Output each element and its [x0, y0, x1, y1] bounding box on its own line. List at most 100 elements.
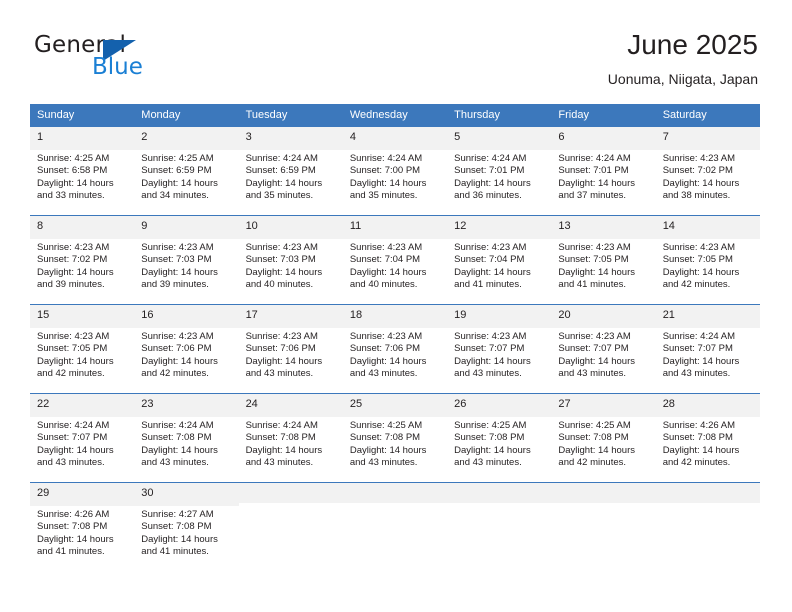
- day-detail: Sunrise: 4:23 AM Sunset: 7:04 PM Daylight:…: [454, 239, 544, 292]
- calendar-day-cell[interactable]: 27 Sunrise: 4:25 AM Sunset: 7:08 PM Dayligh…: [551, 393, 656, 483]
- day-cell-content: 19 Sunrise: 4:23 AM Sunset: 7:07 PM Dayligh…: [447, 305, 552, 389]
- sunrise-text: Sunrise: 4:26 AM: [37, 509, 110, 520]
- calendar-day-cell[interactable]: 9 Sunrise: 4:23 AM Sunset: 7:03 PM Daylight…: [134, 215, 239, 305]
- calendar-day-cell[interactable]: 15 Sunrise: 4:23 AM Sunset: 7:05 PM Dayligh…: [30, 304, 135, 394]
- weekday-header-tuesday: Tuesday: [238, 104, 343, 127]
- calendar-day-cell[interactable]: 20 Sunrise: 4:23 AM Sunset: 7:07 PM Dayligh…: [551, 304, 656, 394]
- sunrise-text: Sunrise: 4:25 AM: [37, 153, 110, 164]
- calendar-day-cell-empty: [447, 482, 552, 571]
- calendar-day-cell[interactable]: 22 Sunrise: 4:24 AM Sunset: 7:07 PM Dayligh…: [30, 393, 135, 483]
- calendar-day-cell[interactable]: 6 Sunrise: 4:24 AM Sunset: 7:01 PM Daylight…: [551, 126, 656, 216]
- calendar-day-cell[interactable]: 12 Sunrise: 4:23 AM Sunset: 7:04 PM Dayligh…: [447, 215, 552, 305]
- calendar-day-cell[interactable]: 17 Sunrise: 4:23 AM Sunset: 7:06 PM Dayligh…: [238, 304, 343, 394]
- day-cell-content: 26 Sunrise: 4:25 AM Sunset: 7:08 PM Dayligh…: [447, 394, 552, 478]
- sunrise-text: Sunrise: 4:23 AM: [37, 331, 110, 342]
- daylight-text-line2: and 41 minutes.: [141, 546, 209, 558]
- daylight-text-line1: Daylight: 14 hours: [349, 444, 427, 456]
- weekday-header-friday: Friday: [551, 104, 656, 127]
- sunset-text: Sunset: 7:01 PM: [558, 165, 629, 177]
- sunrise-text: Sunrise: 4:25 AM: [558, 420, 631, 431]
- daylight-text-line2: and 43 minutes.: [245, 457, 314, 469]
- calendar-day-cell[interactable]: 13 Sunrise: 4:23 AM Sunset: 7:05 PM Dayligh…: [551, 215, 656, 305]
- daylight-text-line1: Daylight: 14 hours: [37, 355, 114, 367]
- day-cell-content: 6 Sunrise: 4:24 AM Sunset: 7:01 PM Daylight…: [551, 127, 656, 211]
- day-number: [246, 487, 336, 490]
- day-number-band: 13: [551, 216, 656, 239]
- daylight-text-line2: and 42 minutes.: [141, 368, 209, 380]
- calendar-day-cell[interactable]: 8 Sunrise: 4:23 AM Sunset: 7:02 PM Daylight…: [30, 215, 135, 305]
- day-number: 23: [141, 398, 154, 410]
- sunrise-text: Sunrise: 4:23 AM: [558, 242, 631, 253]
- day-number-band: 14: [655, 216, 760, 239]
- calendar-day-cell[interactable]: 14 Sunrise: 4:23 AM Sunset: 7:05 PM Dayligh…: [655, 215, 760, 305]
- day-number: [454, 487, 544, 490]
- day-detail: Sunrise: 4:26 AM Sunset: 7:08 PM Daylight:…: [37, 506, 127, 559]
- day-cell-content: 10 Sunrise: 4:23 AM Sunset: 7:03 PM Dayligh…: [238, 216, 343, 300]
- day-detail: Sunrise: 4:25 AM Sunset: 7:08 PM Daylight:…: [454, 417, 544, 470]
- day-cell-content: 20 Sunrise: 4:23 AM Sunset: 7:07 PM Dayligh…: [551, 305, 656, 389]
- day-number-band: 7: [655, 127, 760, 150]
- weekday-header-row: Sunday Monday Tuesday Wednesday Thursday…: [30, 104, 760, 127]
- sunset-text: Sunset: 7:07 PM: [454, 343, 525, 355]
- calendar-day-cell[interactable]: 11 Sunrise: 4:23 AM Sunset: 7:04 PM Dayligh…: [342, 215, 448, 305]
- calendar-day-cell[interactable]: 21 Sunrise: 4:24 AM Sunset: 7:07 PM Dayligh…: [655, 304, 760, 394]
- calendar-day-cell[interactable]: 4 Sunrise: 4:24 AM Sunset: 7:00 PM Daylight…: [342, 126, 448, 216]
- weekday-header-monday: Monday: [134, 104, 239, 127]
- calendar-day-cell[interactable]: 19 Sunrise: 4:23 AM Sunset: 7:07 PM Dayligh…: [447, 304, 552, 394]
- daylight-text-line1: Daylight: 14 hours: [349, 266, 427, 278]
- calendar-day-cell[interactable]: 28 Sunrise: 4:26 AM Sunset: 7:08 PM Dayligh…: [655, 393, 760, 483]
- calendar-day-cell[interactable]: 2 Sunrise: 4:25 AM Sunset: 6:59 PM Daylight…: [134, 126, 239, 216]
- daylight-text-line2: and 43 minutes.: [454, 368, 522, 380]
- calendar-day-cell[interactable]: 24 Sunrise: 4:24 AM Sunset: 7:08 PM Dayligh…: [238, 393, 343, 483]
- page-header: General Blue June 2025 Uonuma, Niigata, …: [34, 28, 758, 96]
- sunrise-text: Sunrise: 4:23 AM: [349, 331, 423, 342]
- calendar-day-cell[interactable]: 16 Sunrise: 4:23 AM Sunset: 7:06 PM Dayligh…: [134, 304, 239, 394]
- sunrise-text: Sunrise: 4:23 AM: [141, 242, 214, 253]
- sunset-text: Sunset: 7:05 PM: [662, 254, 733, 266]
- sunrise-text: Sunrise: 4:23 AM: [558, 331, 631, 342]
- daylight-text-line1: Daylight: 14 hours: [141, 355, 218, 367]
- daylight-text-line1: Daylight: 14 hours: [454, 266, 531, 278]
- day-cell-content: 12 Sunrise: 4:23 AM Sunset: 7:04 PM Dayligh…: [447, 216, 552, 300]
- day-number: 19: [454, 309, 467, 321]
- day-number: 30: [141, 487, 154, 499]
- day-number-band: 18: [342, 305, 448, 328]
- day-detail: Sunrise: 4:24 AM Sunset: 7:01 PM Daylight:…: [454, 150, 544, 203]
- daylight-text-line2: and 37 minutes.: [558, 190, 627, 202]
- sunset-text: Sunset: 7:04 PM: [349, 254, 421, 266]
- day-number: 14: [662, 220, 675, 232]
- sunrise-text: Sunrise: 4:24 AM: [558, 153, 631, 164]
- calendar-day-cell[interactable]: 26 Sunrise: 4:25 AM Sunset: 7:08 PM Dayligh…: [447, 393, 552, 483]
- calendar-day-cell[interactable]: 10 Sunrise: 4:23 AM Sunset: 7:03 PM Dayligh…: [238, 215, 343, 305]
- day-cell-content: 30 Sunrise: 4:27 AM Sunset: 7:08 PM Dayligh…: [134, 483, 239, 567]
- daylight-text-line2: and 35 minutes.: [245, 190, 314, 202]
- calendar-day-cell[interactable]: 30 Sunrise: 4:27 AM Sunset: 7:08 PM Dayligh…: [134, 482, 239, 571]
- calendar-day-cell[interactable]: 1 Sunrise: 4:25 AM Sunset: 6:58 PM Daylight…: [30, 126, 135, 216]
- daylight-text-line2: and 40 minutes.: [349, 279, 418, 291]
- calendar-day-cell[interactable]: 25 Sunrise: 4:25 AM Sunset: 7:08 PM Dayligh…: [342, 393, 448, 483]
- day-detail: Sunrise: 4:23 AM Sunset: 7:03 PM Daylight:…: [141, 239, 231, 292]
- sunset-text: Sunset: 7:06 PM: [141, 343, 212, 355]
- calendar-header-row: Sunday Monday Tuesday Wednesday Thursday…: [30, 104, 760, 127]
- daylight-text-line2: and 43 minutes.: [141, 457, 209, 469]
- day-detail: Sunrise: 4:24 AM Sunset: 7:00 PM Daylight:…: [350, 150, 440, 203]
- general-blue-logo[interactable]: General Blue: [34, 32, 234, 88]
- day-number-band: 30: [134, 483, 239, 506]
- daylight-text-line1: Daylight: 14 hours: [454, 355, 531, 367]
- day-cell-content: 9 Sunrise: 4:23 AM Sunset: 7:03 PM Daylight…: [134, 216, 239, 300]
- calendar-day-cell[interactable]: 3 Sunrise: 4:24 AM Sunset: 6:59 PM Daylight…: [238, 126, 343, 216]
- calendar-day-cell[interactable]: 7 Sunrise: 4:23 AM Sunset: 7:02 PM Daylight…: [655, 126, 760, 216]
- calendar-day-cell[interactable]: 29 Sunrise: 4:26 AM Sunset: 7:08 PM Dayligh…: [30, 482, 135, 571]
- sunrise-text: Sunrise: 4:25 AM: [141, 153, 214, 164]
- daylight-text-line2: and 42 minutes.: [662, 457, 731, 469]
- day-number: 26: [454, 398, 467, 410]
- sunset-text: Sunset: 7:07 PM: [37, 432, 108, 444]
- weekday-header-sunday: Sunday: [30, 104, 135, 127]
- daylight-text-line2: and 36 minutes.: [454, 190, 522, 202]
- calendar-day-cell[interactable]: 18 Sunrise: 4:23 AM Sunset: 7:06 PM Dayligh…: [342, 304, 448, 394]
- day-detail: Sunrise: 4:23 AM Sunset: 7:07 PM Daylight:…: [558, 328, 648, 381]
- day-number: 27: [558, 398, 571, 410]
- calendar-day-cell[interactable]: 5 Sunrise: 4:24 AM Sunset: 7:01 PM Daylight…: [447, 126, 552, 216]
- calendar-day-cell[interactable]: 23 Sunrise: 4:24 AM Sunset: 7:08 PM Dayligh…: [134, 393, 239, 483]
- day-number-band: 26: [447, 394, 552, 417]
